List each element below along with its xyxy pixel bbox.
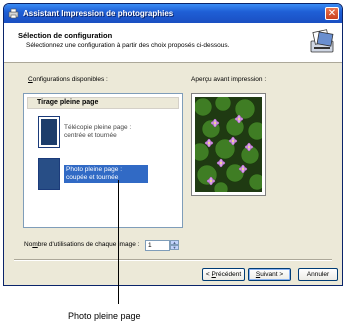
close-icon: ✕ <box>327 7 337 19</box>
selected-item-label: Photo pleine page : coupée et tournée <box>64 165 149 183</box>
usage-count-label: Nombre d'utilisations de chaque image : <box>24 241 140 248</box>
configurations-list[interactable]: Tirage pleine page Télécopie pleine page… <box>23 93 183 228</box>
close-button[interactable]: ✕ <box>325 7 339 20</box>
usage-count-spinner[interactable]: ▲ ▼ <box>170 240 179 251</box>
usage-count-input[interactable]: 1 <box>145 240 170 251</box>
preview-label: Aperçu avant impression : <box>191 76 267 83</box>
title-bar[interactable]: Assistant Impression de photographies ✕ <box>4 4 342 23</box>
item-label-line1: Photo pleine page : <box>66 166 123 173</box>
page-subtitle: Sélectionnez une configuration à partir … <box>26 42 230 49</box>
footer-divider <box>14 259 332 261</box>
next-button[interactable]: Suivant > <box>248 268 291 281</box>
page-title: Sélection de configuration <box>18 31 113 40</box>
spin-down-icon[interactable]: ▼ <box>170 245 179 250</box>
back-button[interactable]: < Précédent <box>202 268 245 281</box>
callout-line <box>118 180 119 304</box>
list-group-header: Tirage pleine page <box>27 97 179 109</box>
wizard-header: Sélection de configuration Sélectionnez … <box>4 23 342 63</box>
configs-label: Configurations disponibles : <box>28 76 108 83</box>
cancel-button[interactable]: Annuler <box>298 268 338 281</box>
item-label-line2: centrée et tournée <box>64 132 117 139</box>
wizard-window: Assistant Impression de photographies ✕ … <box>3 3 343 286</box>
item-label-line2: coupée et tournée <box>66 174 119 181</box>
printer-app-icon <box>8 8 19 19</box>
printer-photos-icon <box>310 29 334 53</box>
window-title: Assistant Impression de photographies <box>23 9 174 18</box>
callout-label: Photo pleine page <box>68 311 141 321</box>
item-label-line1: Télécopie pleine page : <box>64 124 132 131</box>
layout-thumbnail-icon <box>38 116 60 148</box>
list-item-fax-full-page[interactable]: Télécopie pleine page : centrée et tourn… <box>38 116 131 148</box>
flower-photo-preview <box>195 97 262 192</box>
layout-thumbnail-icon <box>38 158 60 190</box>
list-item-photo-full-page[interactable]: Photo pleine page : coupée et tournée <box>38 158 149 190</box>
print-preview <box>191 93 266 196</box>
